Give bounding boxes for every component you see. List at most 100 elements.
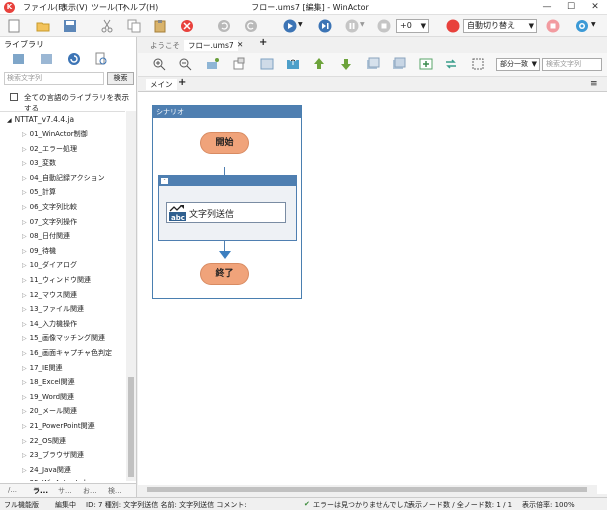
zoom-out-icon[interactable] (178, 57, 192, 71)
tree-item[interactable]: ▷ 04_自動記録アクション (22, 173, 105, 183)
bottom-tab[interactable]: サ... (58, 486, 72, 496)
copy-icon[interactable] (127, 19, 141, 33)
tree-item[interactable]: ▷ 21_PowerPoint関連 (22, 421, 95, 431)
add-node-icon[interactable] (419, 57, 433, 71)
canvas-hscrollbar[interactable] (138, 485, 597, 494)
tree-item[interactable]: ▷ 02_エラー処理 (22, 144, 77, 154)
scroll-thumb[interactable] (128, 377, 134, 477)
tab-flow-file[interactable]: フロー.ums7 (184, 40, 238, 51)
pause-icon[interactable] (345, 19, 359, 33)
new-file-icon[interactable] (7, 19, 21, 33)
tree-item[interactable]: ▷ 11_ウィンドウ関連 (22, 275, 91, 285)
paste-icon[interactable] (153, 19, 167, 33)
tree-item[interactable]: ▷ 23_ブラウザ関連 (22, 450, 84, 460)
tree-item[interactable]: ▷25_WinActor-Lab (22, 479, 88, 481)
stop-icon[interactable] (377, 19, 391, 33)
undo-icon[interactable] (217, 19, 231, 33)
tree-item[interactable]: ▷ 19_Word関連 (22, 392, 74, 402)
record-stop-icon[interactable] (546, 19, 560, 33)
group-node[interactable]: - abc 文字列送信 (158, 175, 297, 241)
end-node[interactable]: 終了 (200, 263, 249, 285)
tree-item-label: 19_Word関連 (29, 392, 75, 401)
menu-view[interactable]: 表示(V) (60, 2, 88, 13)
library-add-icon[interactable] (12, 52, 26, 66)
target-icon[interactable] (575, 19, 589, 33)
editor-toolbar: 部分一致 ▼ 検索文字列 (138, 53, 607, 77)
bottom-tab[interactable]: /... (8, 486, 17, 494)
tab-close-icon[interactable]: ✕ (237, 40, 243, 49)
mode-select[interactable]: 自動切り替え ▼ (463, 19, 537, 33)
tree-item[interactable]: ▷ 22_OS関連 (22, 436, 66, 446)
step-icon[interactable] (318, 19, 332, 33)
add-tab-icon[interactable]: + (259, 37, 267, 48)
maximize-icon[interactable]: ☐ (559, 0, 583, 15)
play-dropdown-icon[interactable]: ▼ (298, 21, 303, 28)
tree-item[interactable]: ▷ 10_ダイアログ (22, 260, 77, 270)
flow-search-input[interactable]: 検索文字列 (542, 58, 602, 71)
collapse-toggle-icon[interactable]: - (161, 178, 168, 184)
refresh-icon[interactable] (67, 52, 81, 66)
record-icon[interactable] (446, 19, 460, 33)
tree-item[interactable]: ▷ 09_待機 (22, 246, 56, 256)
swap-icon[interactable] (444, 57, 458, 71)
text-send-node[interactable]: abc 文字列送信 (166, 202, 286, 223)
save-icon[interactable] (63, 19, 77, 33)
library-search-button[interactable]: 検索 (107, 72, 134, 85)
tree-item[interactable]: ▷ 13_ファイル関連 (22, 304, 84, 314)
menu-help[interactable]: ヘルプ(H) (122, 2, 158, 13)
stack-icon[interactable] (366, 57, 380, 71)
expand-icon: ▷ (22, 306, 27, 314)
library-scrollbar[interactable] (126, 111, 136, 481)
tree-item[interactable]: ▷ 15_画像マッチング関連 (22, 333, 105, 343)
show-all-languages-checkbox[interactable] (10, 93, 18, 101)
tree-item[interactable]: ▷ 08_日付関連 (22, 231, 70, 241)
delete-icon[interactable] (180, 19, 194, 33)
tree-item[interactable]: ▷ 05_計算 (22, 187, 56, 197)
node-settings-icon[interactable] (206, 57, 220, 71)
target-dropdown-icon[interactable]: ▼ (591, 21, 596, 28)
bottom-tab[interactable]: 検... (108, 486, 122, 496)
tree-item[interactable]: ▷ 16_画面キャプチャ色判定 (22, 348, 112, 358)
download-icon[interactable] (339, 57, 353, 71)
tab-main[interactable]: メイン (146, 79, 177, 90)
zoom-in-icon[interactable] (152, 57, 166, 71)
tree-item[interactable]: ▷ 07_文字列操作 (22, 217, 77, 227)
open-folder-icon[interactable] (36, 19, 50, 33)
menu-tools[interactable]: ツール(T) (91, 2, 126, 13)
tree-item[interactable]: ▷ 24_Java関連 (22, 465, 71, 475)
start-node[interactable]: 開始 (200, 132, 249, 154)
export-icon[interactable] (286, 57, 300, 71)
tree-item[interactable]: ▷ 06_文字列比較 (22, 202, 77, 212)
tree-item[interactable]: ▷ 01_WinActor制御 (22, 129, 88, 139)
add-subtab-icon[interactable]: + (178, 77, 186, 88)
tree-item[interactable]: ▷ 20_メール関連 (22, 406, 77, 416)
library-search-input[interactable]: 検索文字列 (4, 72, 104, 85)
library-search-icon[interactable] (94, 52, 108, 66)
match-mode-select[interactable]: 部分一致 ▼ (496, 58, 540, 71)
play-icon[interactable] (283, 19, 297, 33)
close-icon[interactable]: ✕ (583, 0, 607, 15)
tree-item[interactable]: ▷ 18_Excel関連 (22, 377, 75, 387)
tree-root[interactable]: ◢ NTTAT_v7.4.4.ja (7, 115, 74, 124)
tree-item[interactable]: ▷ 17_IE関連 (22, 363, 63, 373)
tree-item[interactable]: ▷ 12_マウス関連 (22, 290, 77, 300)
menu-icon[interactable]: ≡ (590, 79, 598, 89)
redo-icon[interactable] (244, 19, 258, 33)
bottom-tab[interactable]: お... (83, 486, 97, 496)
bottom-tab-library[interactable]: ラ... (33, 486, 48, 496)
tree-item[interactable]: ▷ 03_変数 (22, 158, 56, 168)
group-icon[interactable] (392, 57, 406, 71)
cut-icon[interactable] (100, 19, 114, 33)
fit-icon[interactable] (471, 57, 485, 71)
minimize-icon[interactable]: — (535, 0, 559, 15)
tab-welcome[interactable]: ようこそ (150, 40, 180, 51)
pause-dropdown-icon[interactable]: ▼ (360, 21, 365, 28)
offset-select[interactable]: +0 ▼ (396, 19, 429, 33)
tree-item[interactable]: ▷ 14_入力機操作 (22, 319, 77, 329)
library-folder-icon[interactable] (40, 52, 54, 66)
layout-icon[interactable] (260, 57, 274, 71)
flow-canvas[interactable]: シナリオ 開始 - abc 文字列送信 終了 (138, 92, 607, 494)
upload-icon[interactable] (312, 57, 326, 71)
scroll-thumb[interactable] (147, 487, 587, 492)
node-copy-icon[interactable] (232, 57, 246, 71)
